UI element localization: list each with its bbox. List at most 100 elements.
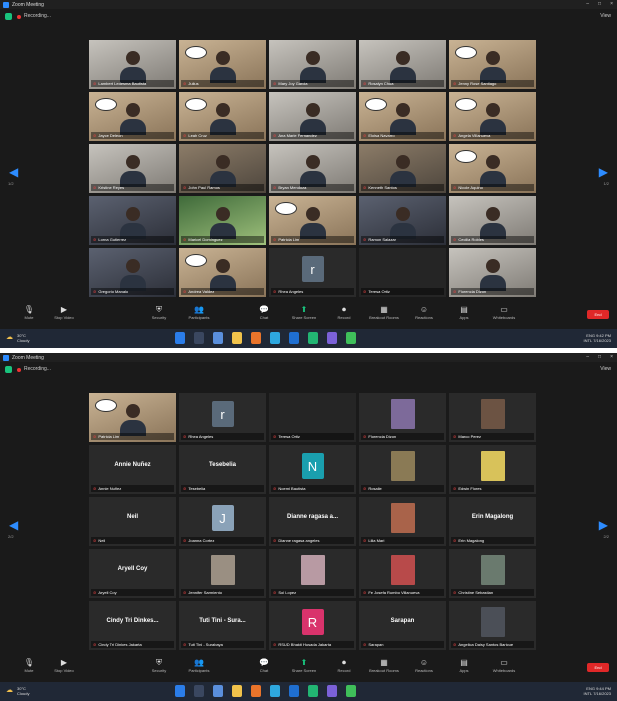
- participant-tile[interactable]: ⊘ Eloisa Navarro: [359, 92, 446, 141]
- maximize-button[interactable]: □: [598, 354, 601, 360]
- participant-tile[interactable]: R ⊘ RSUD Bhakti Husada Jakarta: [269, 601, 356, 650]
- edge-icon[interactable]: [270, 332, 280, 344]
- system-tray[interactable]: ENG 9:42 PM INTL 7/16/2023: [584, 333, 611, 343]
- participant-tile[interactable]: ⊘ Sol Lopez: [269, 549, 356, 598]
- toolbar-share-screen-button[interactable]: ⬆ Share Screen: [285, 305, 323, 320]
- office-icon[interactable]: [251, 332, 261, 344]
- recording-label[interactable]: Recording...: [24, 13, 51, 19]
- participant-tile[interactable]: ⊘ Patricia Lim: [89, 393, 176, 442]
- toolbar-reactions-button[interactable]: ☺ Reactions: [405, 658, 443, 673]
- file-explorer-icon[interactable]: [232, 332, 242, 344]
- participant-tile[interactable]: Annie Nuñez ⊘ Annie Nuñez: [89, 445, 176, 494]
- toolbar-whiteboards-button[interactable]: ▭ Whiteboards: [485, 305, 523, 320]
- view-button[interactable]: View: [600, 366, 611, 372]
- whatsapp-icon[interactable]: [346, 332, 356, 344]
- participant-tile[interactable]: ⊘ Nicole Aquino: [449, 144, 536, 193]
- zoom-app-icon[interactable]: [289, 332, 299, 344]
- start-icon[interactable]: [175, 332, 185, 344]
- previous-page-arrow-icon[interactable]: ◀: [9, 518, 18, 532]
- toolbar-apps-button[interactable]: ▤ Apps: [445, 658, 483, 673]
- participant-tile[interactable]: ⊘ Jennifer Sarmiento: [179, 549, 266, 598]
- participant-tile[interactable]: ⊘ Maricel Dominguez: [179, 196, 266, 245]
- toolbar-reactions-button[interactable]: ☺ Reactions: [405, 305, 443, 320]
- participant-tile[interactable]: Tuti Tini - Sura... ⊘ Tuti Tini - Surabaya: [179, 601, 266, 650]
- maximize-button[interactable]: □: [598, 1, 601, 7]
- whatsapp-icon[interactable]: [346, 685, 356, 697]
- toolbar-mute-button[interactable]: 🎙 Mute: [10, 305, 48, 320]
- participant-tile[interactable]: ⊘ Cecilia Robles: [449, 196, 536, 245]
- participant-tile[interactable]: ⊘ Jayce Deleon: [89, 92, 176, 141]
- weather-widget[interactable]: 30°C Cloudy: [17, 333, 29, 343]
- participant-tile[interactable]: ⊘ Julius: [179, 40, 266, 89]
- participant-tile[interactable]: ⊘ Ramon Salazar: [359, 196, 446, 245]
- end-meeting-button[interactable]: End: [587, 663, 609, 672]
- participant-tile[interactable]: ⊘ Lambert Ledesma Bautista: [89, 40, 176, 89]
- toolbar-participants-button[interactable]: 👥 Participants: [180, 658, 218, 673]
- toolbar-breakout-rooms-button[interactable]: ▦ Breakout Rooms: [365, 305, 403, 320]
- participant-tile[interactable]: ⊘ Christine Sebastian: [449, 549, 536, 598]
- toolbar-chat-button[interactable]: 💬 Chat: [245, 305, 283, 320]
- toolbar-breakout-rooms-button[interactable]: ▦ Breakout Rooms: [365, 658, 403, 673]
- toolbar-apps-button[interactable]: ▤ Apps: [445, 305, 483, 320]
- minimize-button[interactable]: –: [586, 354, 589, 360]
- start-icon[interactable]: [175, 685, 185, 697]
- next-page-arrow-icon[interactable]: ▶: [599, 518, 608, 532]
- toolbar-chat-button[interactable]: 💬 Chat: [245, 658, 283, 673]
- task-view-icon[interactable]: [213, 685, 223, 697]
- participant-tile[interactable]: ⊘ Florencia Dizon: [449, 248, 536, 297]
- participant-tile[interactable]: ⊘ Leah Cruz: [179, 92, 266, 141]
- toolbar-participants-button[interactable]: 👥 Participants: [180, 305, 218, 320]
- toolbar-mute-button[interactable]: 🎙 Mute: [10, 658, 48, 673]
- close-button[interactable]: ×: [610, 1, 613, 7]
- zoom-app-icon[interactable]: [289, 685, 299, 697]
- participant-tile[interactable]: ⊘ Rosalyn Chua: [359, 40, 446, 89]
- participant-tile[interactable]: ⊘ Marco Perez: [449, 393, 536, 442]
- participant-tile[interactable]: Dianne ragasa a... ⊘ Dianne ragasa angeles: [269, 497, 356, 546]
- toolbar-security-button[interactable]: ⛨ Security: [140, 305, 178, 320]
- chrome-icon[interactable]: [308, 332, 318, 344]
- participant-tile[interactable]: Sarapan ⊘ Sarapan: [359, 601, 446, 650]
- participant-tile[interactable]: ⊘ Lorna Gutierrez: [89, 196, 176, 245]
- weather-widget[interactable]: 30°C Cloudy: [17, 686, 29, 696]
- participant-tile[interactable]: ⊘ Rosalie: [359, 445, 446, 494]
- view-button[interactable]: View: [600, 13, 611, 19]
- participant-tile[interactable]: ⊘ Angela Villanueva: [449, 92, 536, 141]
- encryption-shield-icon[interactable]: [5, 13, 12, 20]
- participant-tile[interactable]: ⊘ Patricia Lim: [269, 196, 356, 245]
- participant-tile[interactable]: ⊘ Andrea Valdez: [179, 248, 266, 297]
- weather-cloud-icon[interactable]: ☁: [6, 333, 13, 341]
- participant-tile[interactable]: ⊘ Gregorio Manalo: [89, 248, 176, 297]
- toolbar-whiteboards-button[interactable]: ▭ Whiteboards: [485, 658, 523, 673]
- participant-tile[interactable]: Tesebelia ⊘ Tesebelia: [179, 445, 266, 494]
- minimize-button[interactable]: –: [586, 1, 589, 7]
- close-button[interactable]: ×: [610, 354, 613, 360]
- participant-tile[interactable]: Aryell Coy ⊘ Aryell Coy: [89, 549, 176, 598]
- participant-tile[interactable]: r ⊘ Rhea Angeles: [179, 393, 266, 442]
- toolbar-stop-video-button[interactable]: ▶ Stop Video: [45, 658, 83, 673]
- participant-tile[interactable]: Neil ⊘ Neil: [89, 497, 176, 546]
- participant-tile[interactable]: ⊘ Lilia Mari: [359, 497, 446, 546]
- participant-tile[interactable]: ⊘ John Paul Ramos: [179, 144, 266, 193]
- participant-tile[interactable]: ⊘ Fe Josefa Rumbo Villanueva: [359, 549, 446, 598]
- participant-tile[interactable]: ⊘ Angelica Daisy Santos Baricue: [449, 601, 536, 650]
- participant-tile[interactable]: ⊘ Mary Joy Garcia: [269, 40, 356, 89]
- participant-tile[interactable]: ⊘ Ana Marie Fernandez: [269, 92, 356, 141]
- weather-cloud-icon[interactable]: ☁: [6, 686, 13, 694]
- previous-page-arrow-icon[interactable]: ◀: [9, 165, 18, 179]
- participant-tile[interactable]: ⊘ Bryan Mendoza: [269, 144, 356, 193]
- toolbar-security-button[interactable]: ⛨ Security: [140, 658, 178, 673]
- recording-label[interactable]: Recording...: [24, 366, 51, 372]
- participant-tile[interactable]: J ⊘ Joanna Cortez: [179, 497, 266, 546]
- file-explorer-icon[interactable]: [232, 685, 242, 697]
- participant-tile[interactable]: ⊘ Teresa Ortiz: [269, 393, 356, 442]
- toolbar-stop-video-button[interactable]: ▶ Stop Video: [45, 305, 83, 320]
- participant-tile[interactable]: r ⊘ Rhea Angeles: [269, 248, 356, 297]
- teams-icon[interactable]: [327, 685, 337, 697]
- participant-tile[interactable]: N ⊘ Noemi Bautista: [269, 445, 356, 494]
- end-meeting-button[interactable]: End: [587, 310, 609, 319]
- participant-tile[interactable]: ⊘ Edwin Flores: [449, 445, 536, 494]
- system-tray[interactable]: ENG 9:44 PM INTL 7/16/2023: [584, 686, 611, 696]
- participant-tile[interactable]: ⊘ Florencia Dizon: [359, 393, 446, 442]
- participant-tile[interactable]: ⊘ Teresa Ortiz: [359, 248, 446, 297]
- task-view-icon[interactable]: [213, 332, 223, 344]
